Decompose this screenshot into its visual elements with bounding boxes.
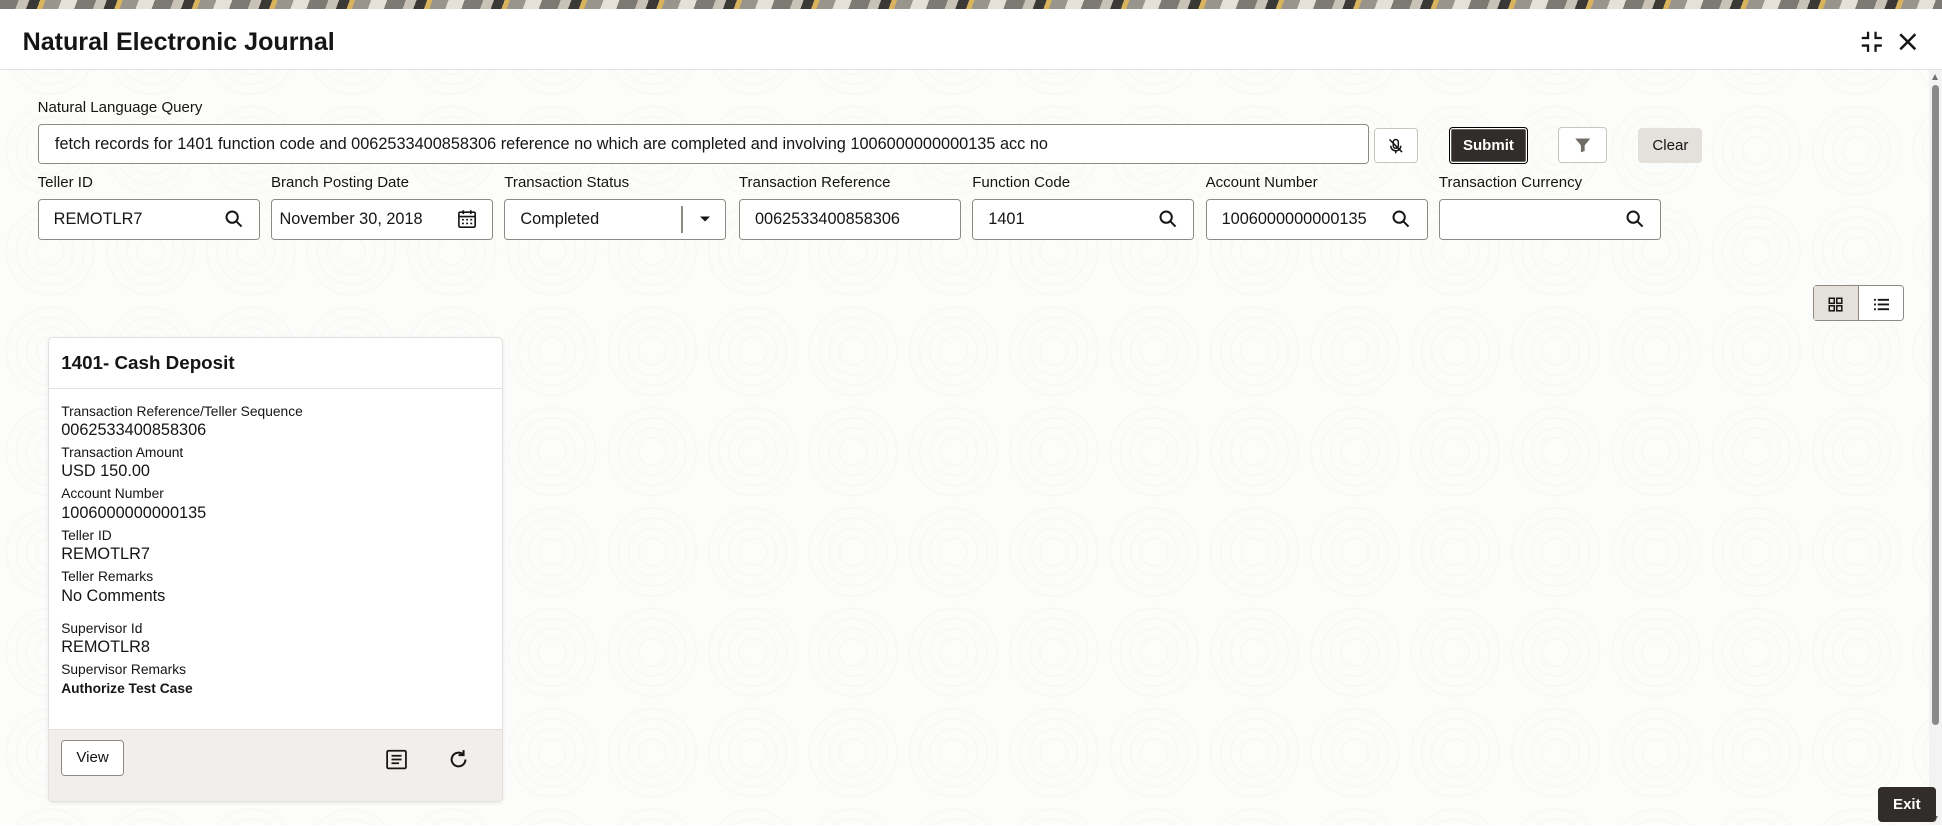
field-label: Teller ID bbox=[61, 527, 112, 543]
transaction-currency-label: Transaction Currency bbox=[1438, 174, 1583, 192]
grid-view-button[interactable] bbox=[1813, 285, 1860, 321]
account-number-label: Account Number bbox=[1205, 174, 1318, 192]
branch-posting-date-label: Branch Posting Date bbox=[270, 174, 409, 192]
transaction-reference-field[interactable]: 0062533400858306 bbox=[738, 199, 961, 240]
function-code-field[interactable]: 1401 bbox=[972, 199, 1195, 240]
app-window: Natural Electronic Journal Natural Langu… bbox=[0, 0, 1942, 826]
search-icon[interactable] bbox=[1625, 209, 1645, 229]
filter-icon bbox=[1574, 136, 1592, 154]
chevron-down-icon[interactable] bbox=[695, 209, 711, 229]
view-toggle bbox=[1812, 284, 1905, 322]
filter-button[interactable] bbox=[1558, 126, 1607, 164]
transaction-status-select[interactable]: Completed bbox=[504, 199, 727, 240]
field-value: Authorize Test Case bbox=[61, 681, 193, 697]
title-bar: Natural Electronic Journal bbox=[0, 15, 1942, 71]
transaction-reference-label: Transaction Reference bbox=[738, 174, 891, 192]
view-button[interactable]: View bbox=[61, 739, 124, 776]
field-value: No Comments bbox=[61, 586, 166, 605]
transaction-status-label: Transaction Status bbox=[504, 174, 630, 192]
microphone-button[interactable] bbox=[1373, 127, 1418, 164]
calendar-icon[interactable] bbox=[457, 209, 477, 229]
natural-language-query-input[interactable]: fetch records for 1401 function code and… bbox=[37, 124, 1369, 165]
branch-posting-date-field[interactable]: November 30, 2018 bbox=[270, 199, 493, 240]
page-title: Natural Electronic Journal bbox=[22, 27, 335, 56]
field-value: 1006000000000135 bbox=[61, 503, 207, 522]
mic-off-icon bbox=[1387, 137, 1405, 155]
teller-id-field[interactable]: REMOTLR7 bbox=[37, 199, 260, 240]
branch-posting-date-value: November 30, 2018 bbox=[279, 210, 423, 229]
account-number-field[interactable]: 1006000000000135 bbox=[1205, 199, 1428, 240]
field-value: 0062533400858306 bbox=[61, 420, 207, 439]
search-icon[interactable] bbox=[224, 209, 244, 229]
exit-button[interactable]: Exit bbox=[1877, 786, 1936, 822]
clear-button[interactable]: Clear bbox=[1638, 127, 1703, 164]
field-label: Transaction Reference/Teller Sequence bbox=[61, 403, 303, 419]
card-footer: View bbox=[48, 728, 503, 801]
field-value: USD 150.00 bbox=[61, 462, 150, 481]
field-label: Supervisor Remarks bbox=[61, 662, 187, 678]
card-title: 1401- Cash Deposit bbox=[48, 338, 503, 389]
collapse-icon[interactable] bbox=[1858, 28, 1886, 56]
field-label: Transaction Amount bbox=[61, 445, 184, 461]
grid-view-icon bbox=[1828, 295, 1843, 312]
transaction-currency-field[interactable] bbox=[1438, 199, 1661, 240]
transaction-card: 1401- Cash Deposit Transaction Reference… bbox=[47, 337, 504, 802]
submit-button[interactable]: Submit bbox=[1448, 126, 1528, 165]
transaction-status-value: Completed bbox=[520, 210, 600, 229]
transaction-reference-value: 0062533400858306 bbox=[754, 210, 900, 229]
field-value: REMOTLR8 bbox=[61, 637, 150, 656]
card-body: Transaction Reference/Teller Sequence 00… bbox=[49, 389, 502, 700]
query-text: fetch records for 1401 function code and… bbox=[54, 134, 1048, 153]
function-code-label: Function Code bbox=[972, 174, 1071, 192]
teller-id-label: Teller ID bbox=[37, 174, 93, 192]
search-icon[interactable] bbox=[1391, 209, 1411, 229]
field-label: Teller Remarks bbox=[61, 569, 154, 585]
account-number-value: 1006000000000135 bbox=[1221, 210, 1367, 229]
refresh-icon[interactable] bbox=[446, 747, 471, 772]
journal-icon[interactable] bbox=[384, 747, 409, 772]
top-banner-strip bbox=[0, 0, 1942, 16]
list-view-icon bbox=[1873, 295, 1889, 311]
list-view-button[interactable] bbox=[1859, 286, 1903, 320]
vertical-scrollbar[interactable] bbox=[1929, 70, 1942, 826]
field-label: Account Number bbox=[61, 486, 164, 502]
teller-id-value: REMOTLR7 bbox=[53, 210, 143, 229]
field-label: Supervisor Id bbox=[61, 620, 143, 636]
query-label: Natural Language Query bbox=[37, 99, 203, 117]
select-divider bbox=[681, 205, 683, 234]
field-value: REMOTLR7 bbox=[61, 545, 150, 564]
scroll-up-arrow[interactable] bbox=[1931, 74, 1938, 80]
search-icon[interactable] bbox=[1158, 209, 1178, 229]
function-code-value: 1401 bbox=[988, 210, 1025, 229]
close-icon[interactable] bbox=[1894, 28, 1922, 56]
scrollbar-thumb[interactable] bbox=[1931, 85, 1940, 726]
